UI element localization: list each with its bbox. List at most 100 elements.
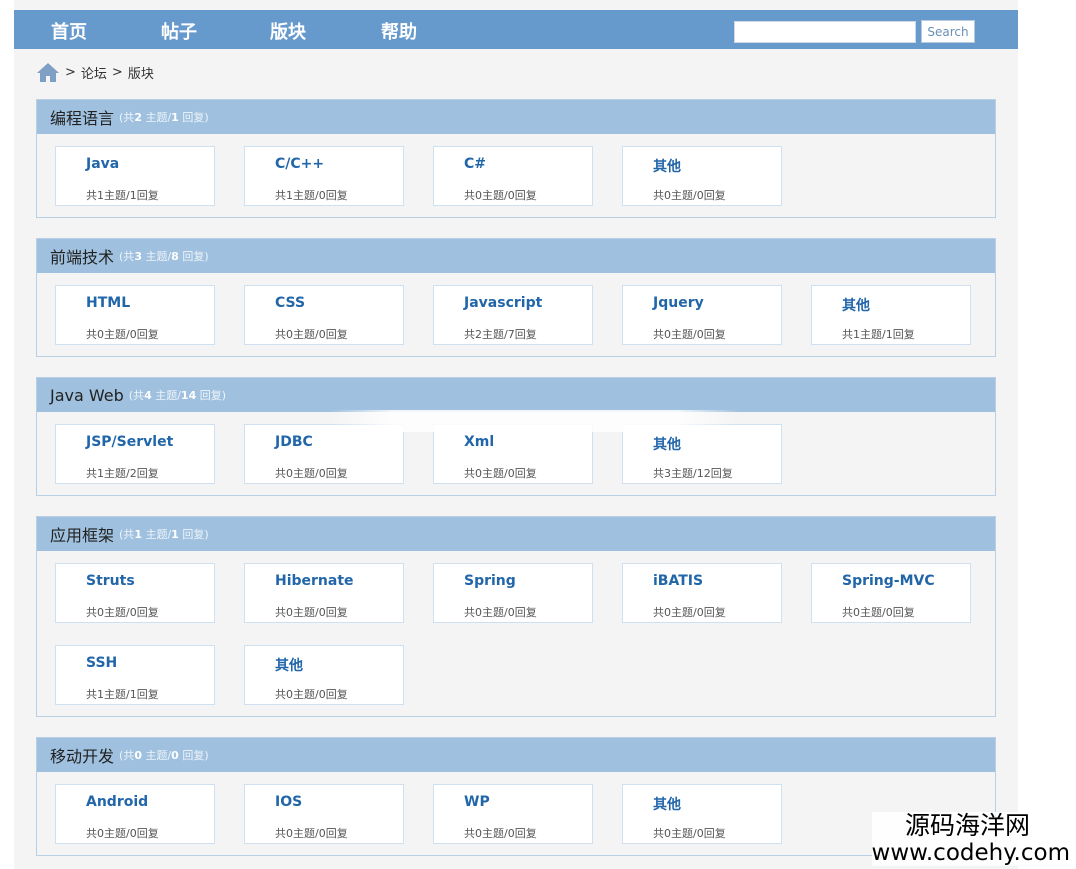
board-name[interactable]: CSS	[275, 295, 305, 311]
board-name[interactable]: SSH	[86, 655, 117, 671]
board-name[interactable]: JSP/Servlet	[86, 434, 173, 450]
board-card[interactable]: C# 共0主题/0回复	[433, 146, 593, 206]
board-stats: 共2主题/7回复	[464, 328, 537, 341]
board-stats: 共1主题/2回复	[86, 467, 159, 480]
breadcrumb-current: 版块	[127, 66, 154, 82]
board-stats: 共0主题/0回复	[275, 688, 348, 701]
board-name[interactable]: iBATIS	[653, 573, 703, 589]
section-header: 应用框架 (共1 主题/1 回复)	[37, 517, 995, 551]
section-programming-languages: 编程语言 (共2 主题/1 回复) Java 共1主题/1回复 C/C++ 共1主题…	[36, 99, 996, 218]
board-stats: 共1主题/1回复	[842, 328, 915, 341]
board-name[interactable]: WP	[464, 794, 490, 810]
board-stats: 共0主题/0回复	[464, 467, 537, 480]
board-card[interactable]: WP 共0主题/0回复	[433, 784, 593, 844]
nav-boards[interactable]: 版块	[270, 18, 306, 44]
board-name[interactable]: 其他	[842, 295, 870, 315]
section-header: 前端技术 (共3 主题/8 回复)	[37, 239, 995, 273]
board-stats: 共0主题/0回复	[86, 827, 159, 840]
board-card[interactable]: Javascript 共2主题/7回复	[433, 285, 593, 345]
board-name[interactable]: 其他	[653, 156, 681, 176]
section-java-web: Java Web (共4 主题/14 回复) JSP/Servlet 共1主题/2…	[36, 377, 996, 496]
board-card[interactable]: CSS 共0主题/0回复	[244, 285, 404, 345]
board-card[interactable]: 其他共3主题/12回复	[622, 424, 782, 484]
board-card[interactable]: 其他共1主题/1回复	[811, 285, 971, 345]
breadcrumb-separator: >	[65, 64, 76, 80]
section-title: Java Web	[50, 385, 124, 405]
board-card[interactable]: Struts 共0主题/0回复	[55, 563, 215, 623]
breadcrumb-forum-link[interactable]: 论坛	[81, 63, 107, 82]
section-header: 编程语言 (共2 主题/1 回复)	[37, 100, 995, 134]
board-name[interactable]: Xml	[464, 434, 494, 450]
board-name[interactable]: 其他	[653, 794, 681, 814]
board-card[interactable]: iBATIS 共0主题/0回复	[622, 563, 782, 623]
board-stats: 共0主题/0回复	[464, 189, 537, 202]
board-card[interactable]: Java 共1主题/1回复	[55, 146, 215, 206]
board-card[interactable]: IOS 共0主题/0回复	[244, 784, 404, 844]
board-name[interactable]: Hibernate	[275, 573, 354, 589]
section-stats: (共0 主题/0 回复)	[119, 749, 209, 762]
board-stats: 共1主题/1回复	[86, 189, 159, 202]
board-card[interactable]: HTML 共0主题/0回复	[55, 285, 215, 345]
section-frameworks: 应用框架 (共1 主题/1 回复) Struts 共0主题/0回复 Hiberna…	[36, 516, 996, 717]
board-name[interactable]: 其他	[653, 434, 681, 454]
board-card[interactable]: Jquery 共0主题/0回复	[622, 285, 782, 345]
board-card[interactable]: JSP/Servlet 共1主题/2回复	[55, 424, 215, 484]
watermark-title: 源码海洋网	[904, 811, 1030, 840]
nav-help[interactable]: 帮助	[381, 18, 417, 44]
board-card[interactable]: Spring 共0主题/0回复	[433, 563, 593, 623]
nav-posts[interactable]: 帖子	[161, 18, 197, 44]
board-name[interactable]: Javascript	[464, 295, 542, 311]
board-card[interactable]: 其他共0主题/0回复	[622, 146, 782, 206]
board-name[interactable]: C/C++	[275, 156, 324, 172]
board-stats: 共0主题/0回复	[842, 606, 915, 619]
board-name[interactable]: IOS	[275, 794, 302, 810]
board-card[interactable]: Android 共0主题/0回复	[55, 784, 215, 844]
board-stats: 共0主题/0回复	[275, 827, 348, 840]
section-stats: (共2 主题/1 回复)	[119, 111, 209, 124]
section-stats: (共3 主题/8 回复)	[119, 250, 209, 263]
section-title: 前端技术	[50, 248, 115, 267]
breadcrumb: > 论坛 > 版块	[36, 61, 154, 83]
board-stats: 共0主题/0回复	[464, 606, 537, 619]
board-card[interactable]: SSH 共1主题/1回复	[55, 645, 215, 705]
section-mobile: 移动开发 (共0 主题/0 回复) Android 共0主题/0回复 IOS 共0主…	[36, 737, 996, 856]
board-name[interactable]: Spring-MVC	[842, 573, 935, 589]
board-card[interactable]: Spring-MVC 共0主题/0回复	[811, 563, 971, 623]
breadcrumb-separator: >	[111, 64, 123, 80]
board-stats: 共0主题/0回复	[653, 827, 726, 840]
board-card[interactable]: C/C++ 共1主题/0回复	[244, 146, 404, 206]
board-name[interactable]: Jquery	[653, 295, 704, 311]
board-card[interactable]: 其他共0主题/0回复	[622, 784, 782, 844]
board-stats: 共0主题/0回复	[653, 328, 726, 341]
search-input[interactable]	[734, 21, 916, 43]
nav-home[interactable]: 首页	[51, 18, 87, 44]
watermark-url: www.codehy.com	[871, 840, 1070, 866]
section-frontend: 前端技术 (共3 主题/8 回复) HTML 共0主题/0回复 CSS 共0主题/0…	[36, 238, 996, 357]
board-name[interactable]: Java	[86, 156, 119, 172]
board-name[interactable]: HTML	[86, 295, 130, 311]
section-header: 移动开发 (共0 主题/0 回复)	[37, 738, 995, 772]
board-stats: 共3主题/12回复	[653, 467, 733, 480]
board-stats: 共0主题/0回复	[275, 606, 348, 619]
board-stats: 共0主题/0回复	[653, 189, 726, 202]
board-stats: 共1主题/1回复	[86, 688, 159, 701]
section-title: 应用框架	[50, 526, 115, 545]
board-card[interactable]: JDBC 共0主题/0回复	[244, 424, 404, 484]
board-name[interactable]: 其他	[275, 655, 303, 675]
home-icon[interactable]	[36, 61, 60, 83]
search-button[interactable]: Search	[921, 20, 975, 43]
board-name[interactable]: Spring	[464, 573, 516, 589]
board-stats: 共0主题/0回复	[464, 827, 537, 840]
board-card[interactable]: 其他共0主题/0回复	[244, 645, 404, 705]
board-name[interactable]: JDBC	[275, 434, 313, 450]
watermark-blur	[330, 410, 740, 432]
board-name[interactable]: Android	[86, 794, 148, 810]
board-card[interactable]: Xml 共0主题/0回复	[433, 424, 593, 484]
section-stats: (共4 主题/14 回复)	[128, 389, 227, 402]
board-name[interactable]: C#	[464, 156, 486, 172]
board-stats: 共0主题/0回复	[653, 606, 726, 619]
board-name[interactable]: Struts	[86, 573, 135, 589]
section-title: 移动开发	[50, 747, 115, 766]
board-card[interactable]: Hibernate 共0主题/0回复	[244, 563, 404, 623]
board-stats: 共0主题/0回复	[275, 467, 348, 480]
